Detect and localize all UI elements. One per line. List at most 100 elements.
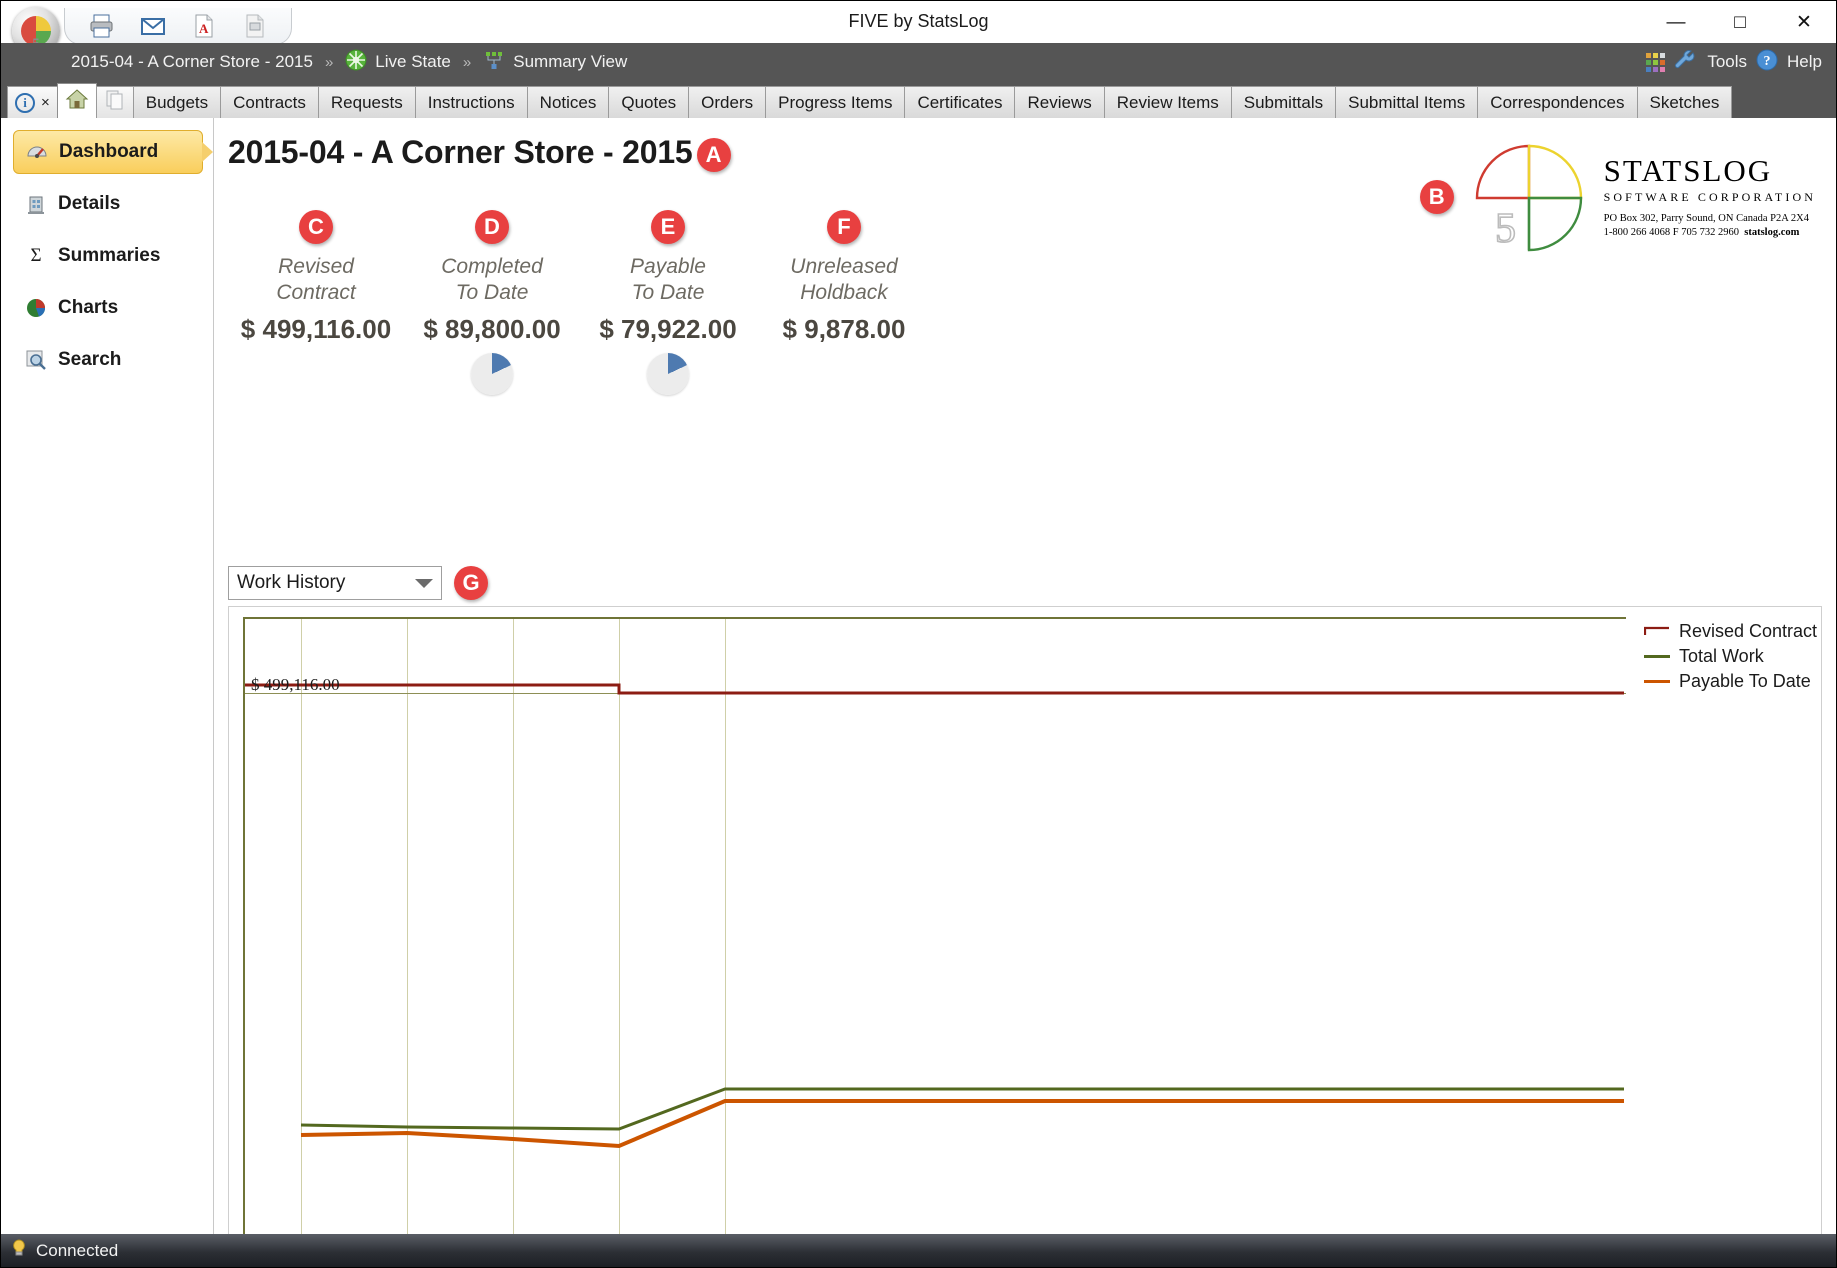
page-title: 2015-04 - A Corner Store - 2015 A — [228, 134, 731, 172]
minimize-button[interactable]: — — [1644, 1, 1708, 43]
title-bar: 5 A FIVE by StatsLog — □ ✕ — [1, 1, 1836, 55]
sidebar-item-details[interactable]: Details — [13, 182, 203, 226]
kpi-row: C Revised Contract $ 499,116.00 D Comple… — [228, 210, 932, 396]
legend-swatch-revised-contract — [1643, 621, 1670, 642]
sidebar-item-summaries[interactable]: Σ Summaries — [13, 234, 203, 278]
tab-submittal-items[interactable]: Submittal Items — [1335, 86, 1479, 118]
chevron-down-icon[interactable] — [415, 578, 433, 588]
wrench-icon[interactable] — [1673, 48, 1699, 77]
chart-value-label: $ 499,116.00 — [251, 675, 340, 694]
tab-correspondences[interactable]: Correspondences — [1477, 86, 1638, 118]
svg-text:?: ? — [1764, 54, 1771, 69]
tools-button-label[interactable]: Tools — [1707, 52, 1747, 72]
breadcrumb-item-live-state[interactable]: Live State — [345, 49, 451, 76]
sidebar: Dashboard Details Σ Summaries Charts Sea… — [1, 118, 214, 1234]
tab-instructions[interactable]: Instructions — [414, 86, 528, 118]
company-logo: B 5 STATSLOG SOFTWARE CORPORATION PO Box… — [1419, 138, 1816, 256]
chart-panel: $ 499,116.00 Revised Contract Total Work — [228, 606, 1822, 1234]
tab-review-items[interactable]: Review Items — [1103, 86, 1232, 118]
home-icon — [65, 88, 89, 115]
breadcrumb-item-project[interactable]: 2015-04 - A Corner Store - 2015 — [71, 52, 313, 72]
legend-label: Total Work — [1679, 646, 1764, 666]
tab-info[interactable]: i × — [7, 86, 58, 118]
chart-type-select[interactable]: Work History — [228, 566, 442, 600]
kpi-value: $ 499,116.00 — [240, 314, 392, 345]
kpi-unreleased-holdback: F Unreleased Holdback $ 9,878.00 — [756, 210, 932, 395]
close-button[interactable]: ✕ — [1772, 1, 1836, 43]
sidebar-item-charts[interactable]: Charts — [13, 286, 203, 330]
tab-copy[interactable] — [95, 86, 134, 118]
callout-badge-b: B — [1419, 180, 1454, 214]
page-title-text: 2015-04 - A Corner Store - 2015 — [228, 134, 693, 170]
window-controls: — □ ✕ — [1644, 1, 1836, 43]
tab-quotes[interactable]: Quotes — [608, 86, 690, 118]
tab-contracts[interactable]: Contracts — [220, 86, 319, 118]
sidebar-item-label: Dashboard — [59, 141, 159, 162]
sidebar-item-dashboard[interactable]: Dashboard — [13, 130, 213, 174]
logo-text: STATSLOG SOFTWARE CORPORATION PO Box 302… — [1604, 155, 1816, 239]
callout-badge-d: D — [475, 210, 509, 244]
tab-sketches[interactable]: Sketches — [1636, 86, 1733, 118]
statslog-circle-mark-icon: 5 — [1468, 138, 1590, 256]
chart-legend: Revised Contract Total Work Payable To D… — [1643, 619, 1818, 694]
logo-company-name: STATSLOG — [1603, 152, 1773, 188]
legend-swatch-payable-to-date — [1644, 680, 1670, 683]
tab-budgets[interactable]: Budgets — [132, 86, 222, 118]
sidebar-item-search[interactable]: Search — [13, 338, 203, 382]
tab-progress-items[interactable]: Progress Items — [765, 86, 906, 118]
svg-text:5: 5 — [1495, 206, 1516, 252]
legend-item-payable-to-date: Payable To Date — [1644, 669, 1817, 694]
tab-certificates[interactable]: Certificates — [904, 86, 1016, 118]
window-title: FIVE by StatsLog — [848, 11, 989, 31]
info-icon: i — [15, 92, 35, 113]
callout-badge-c: C — [299, 210, 333, 244]
tab-reviews[interactable]: Reviews — [1014, 86, 1105, 118]
chart-selector-row: Work History G — [228, 566, 488, 600]
chart-series-lines — [245, 683, 1624, 1149]
kpi-value: $ 89,800.00 — [423, 314, 561, 345]
chart-type-select-value: Work History — [237, 572, 346, 593]
sidebar-item-label: Summaries — [58, 245, 161, 266]
callout-badge-f: F — [827, 210, 861, 244]
callout-badge-a: A — [696, 137, 731, 172]
close-icon[interactable]: × — [41, 94, 50, 111]
pie-chart-icon — [25, 297, 47, 319]
breadcrumb: 2015-04 - A Corner Store - 2015 » Live S… — [1, 43, 1836, 81]
tab-strip: i × Budgets Contracts Requests Instructi… — [1, 81, 1836, 118]
breadcrumb-item-summary-view[interactable]: Summary View — [483, 49, 627, 76]
sigma-icon: Σ — [30, 245, 42, 266]
tab-notices[interactable]: Notices — [526, 86, 610, 118]
sidebar-item-label: Details — [58, 193, 121, 214]
tab-requests[interactable]: Requests — [317, 86, 416, 118]
tab-home[interactable] — [56, 83, 97, 118]
lightbulb-icon — [9, 1238, 29, 1263]
legend-item-total-work: Total Work — [1644, 644, 1817, 669]
kpi-value: $ 9,878.00 — [782, 314, 906, 345]
sidebar-item-label: Search — [58, 349, 122, 370]
kpi-completed-to-date: D Completed To Date $ 89,800.00 — [404, 210, 580, 396]
callout-badge-e: E — [651, 210, 685, 244]
kpi-mini-pie — [471, 353, 513, 396]
building-icon — [25, 193, 47, 215]
kpi-mini-pie — [647, 353, 689, 396]
legend-label: Revised Contract — [1679, 621, 1818, 641]
status-bar: Connected — [1, 1234, 1836, 1267]
kpi-label: Unreleased Holdback — [790, 255, 898, 305]
question-circle-icon[interactable]: ? — [1755, 48, 1779, 77]
kpi-label: Payable To Date — [630, 255, 706, 305]
legend-item-revised-contract: Revised Contract — [1643, 619, 1818, 644]
apps-grid-icon[interactable] — [1646, 52, 1666, 72]
tab-submittals[interactable]: Submittals — [1230, 86, 1337, 118]
gauge-icon — [26, 141, 48, 163]
logo-subtitle: SOFTWARE CORPORATION — [1603, 189, 1816, 204]
maximize-button[interactable]: □ — [1708, 1, 1772, 43]
status-text: Connected — [36, 1240, 119, 1260]
breadcrumb-separator: » — [324, 53, 334, 71]
tab-orders[interactable]: Orders — [688, 86, 767, 118]
breadcrumb-right-actions: Tools ? Help — [1646, 43, 1822, 81]
magnifier-icon — [25, 349, 47, 371]
pages-icon — [104, 89, 126, 116]
help-button-label[interactable]: Help — [1787, 52, 1822, 72]
summary-view-icon — [483, 49, 505, 76]
kpi-revised-contract: C Revised Contract $ 499,116.00 — [228, 210, 404, 395]
